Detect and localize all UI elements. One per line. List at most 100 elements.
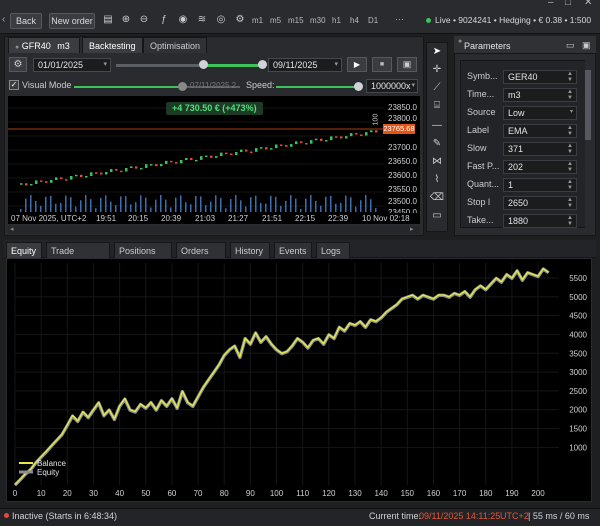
parameter-value-field[interactable]: GER40 ▲ ▼: [503, 70, 577, 84]
back-arrow-icon[interactable]: ‹: [2, 13, 10, 27]
eraser-icon[interactable]: ⌫: [428, 190, 446, 206]
timeframe-h1[interactable]: h1: [332, 16, 350, 25]
equity-chart[interactable]: 0 10 20 30 40 50 60 70 80 90 100 110 120 130 140 150 160…: [6, 258, 592, 502]
parameter-value-field[interactable]: 371 ▲ ▼: [503, 142, 577, 156]
stepper-icon[interactable]: ▲ ▼: [567, 89, 573, 101]
parameter-value-field[interactable]: Low ▾: [503, 106, 577, 120]
speed-handle[interactable]: [354, 82, 363, 91]
x-tick-label: 80: [220, 489, 229, 498]
equity-chart-svg: 0 10 20 30 40 50 60 70 80 90 100 110 120 130 140 150 160…: [13, 263, 588, 498]
scrollbar-thumb[interactable]: [585, 70, 591, 140]
timeframe-m30[interactable]: m30: [310, 16, 332, 25]
tab-backtesting[interactable]: Backtesting: [82, 37, 143, 53]
comment-icon[interactable]: ▭: [428, 208, 446, 224]
save-params-icon[interactable]: ▣: [582, 40, 591, 51]
start-date-field[interactable]: 01/01/2025 ▾: [33, 58, 111, 72]
folder-icon[interactable]: ▭: [566, 40, 575, 51]
parameter-value-field[interactable]: EMA ▲ ▼: [503, 124, 577, 138]
trendline-icon[interactable]: ⟋: [428, 80, 446, 96]
x-tick-label: 170: [453, 489, 467, 498]
zoom-in-icon[interactable]: ⊕: [119, 13, 133, 27]
parameter-value: m3: [508, 90, 521, 100]
y-tick-label: 5000: [569, 293, 587, 302]
indicator-icon[interactable]: ƒ: [157, 13, 171, 27]
parameter-value-field[interactable]: 1 ▲ ▼: [503, 178, 577, 192]
parameter-value-field[interactable]: 202 ▲ ▼: [503, 160, 577, 174]
speed-slider[interactable]: [276, 86, 356, 88]
candle: [50, 179, 53, 183]
tab-optimisation[interactable]: Optimisation: [143, 37, 208, 53]
timeframe-m5[interactable]: m5: [270, 16, 288, 25]
timeframe-h4[interactable]: h4: [350, 16, 368, 25]
instrument-tab[interactable]: ● GFR40 m3: [8, 37, 80, 53]
tab-history[interactable]: History: [230, 242, 270, 258]
close-button[interactable]: ✕: [584, 0, 592, 8]
parameter-value-field[interactable]: 1880 ▲ ▼: [503, 214, 577, 228]
stepper-icon[interactable]: ▲ ▼: [567, 125, 573, 137]
settings-gear-icon[interactable]: ⚙: [9, 57, 27, 72]
volume-bar: [70, 197, 72, 212]
restore-button[interactable]: □: [565, 0, 571, 8]
parameter-value: 1: [508, 180, 514, 190]
stepper-icon[interactable]: ▲ ▼: [567, 215, 573, 227]
cloud-icon[interactable]: ◉: [176, 13, 190, 27]
candle: [340, 136, 343, 139]
zoom-out-icon[interactable]: ⊖: [137, 13, 151, 27]
more-timeframes-button[interactable]: ···: [395, 14, 404, 24]
tab-logs[interactable]: Logs: [316, 242, 350, 258]
parameters-scrollbar[interactable]: [585, 60, 591, 228]
minimize-button[interactable]: –: [548, 0, 554, 8]
play-button[interactable]: ▶: [347, 57, 367, 72]
end-date-field[interactable]: 09/11/2025 ▾: [268, 58, 342, 72]
chart-scrollbar[interactable]: ◂ ▸: [8, 226, 420, 234]
stop-button[interactable]: ■: [372, 57, 392, 72]
eye-icon[interactable]: ◎: [214, 13, 228, 27]
stepper-icon[interactable]: ▲ ▼: [567, 197, 573, 209]
horizontal-line-icon[interactable]: —: [428, 118, 446, 134]
timeframe-m15[interactable]: m15: [288, 16, 310, 25]
candle: [350, 133, 353, 137]
parameter-value-field[interactable]: m3 ▲ ▼: [503, 88, 577, 102]
tab-positions[interactable]: Positions0: [114, 242, 172, 273]
range-start-handle[interactable]: [199, 60, 208, 69]
timezone[interactable]: UTC+2: [500, 511, 529, 521]
speed-select[interactable]: 1000000x ▾: [366, 79, 418, 93]
visual-mode-checkbox[interactable]: ✓: [9, 80, 19, 90]
chart-type-icon[interactable]: ▤: [101, 13, 115, 27]
stepper-icon[interactable]: ▲ ▼: [567, 161, 573, 173]
candle: [365, 132, 368, 136]
tab-equity[interactable]: Equity: [6, 242, 42, 258]
scroll-right-icon[interactable]: ▸: [410, 226, 414, 234]
new-order-button[interactable]: New order: [49, 13, 95, 29]
fib-icon[interactable]: ⌸: [428, 98, 446, 114]
stepper-icon[interactable]: ▲ ▼: [567, 71, 573, 83]
save-icon[interactable]: ▣: [397, 57, 417, 72]
chevron-down-icon[interactable]: ▾: [570, 109, 573, 115]
tab-events[interactable]: Events: [274, 242, 312, 258]
progress-handle[interactable]: [178, 82, 187, 91]
price-chart[interactable]: [8, 96, 420, 224]
tab-trade-statistics[interactable]: Trade statistics: [46, 242, 110, 272]
timeframe-d1[interactable]: D1: [368, 16, 382, 25]
candle: [225, 152, 228, 155]
stepper-icon[interactable]: ▲ ▼: [567, 143, 573, 155]
cursor-icon[interactable]: ➤: [428, 44, 446, 60]
pattern-icon[interactable]: ⋈: [428, 154, 446, 170]
current-time-value: 09/11/2025 14:11:25: [419, 511, 501, 521]
layers-icon[interactable]: ≋: [195, 13, 209, 27]
brush-icon[interactable]: ⌇: [428, 172, 446, 188]
time-tick: 21:03: [195, 214, 216, 223]
parameter-value-field[interactable]: 2650 ▲ ▼: [503, 196, 577, 210]
stepper-icon[interactable]: ▲ ▼: [567, 179, 573, 191]
timeframe-m1[interactable]: m1: [252, 16, 270, 25]
tab-orders[interactable]: Orders0: [176, 242, 226, 273]
pen-icon[interactable]: ✎: [428, 136, 446, 152]
volume-bar: [50, 195, 52, 212]
crosshair-icon[interactable]: ✛: [428, 62, 446, 78]
candle: [140, 167, 143, 170]
scroll-left-icon[interactable]: ◂: [10, 226, 14, 234]
back-button[interactable]: Back: [10, 13, 42, 29]
gear-icon[interactable]: ⚙: [233, 13, 247, 27]
range-end-handle[interactable]: [258, 60, 267, 69]
legend-label: Balance: [37, 459, 66, 468]
